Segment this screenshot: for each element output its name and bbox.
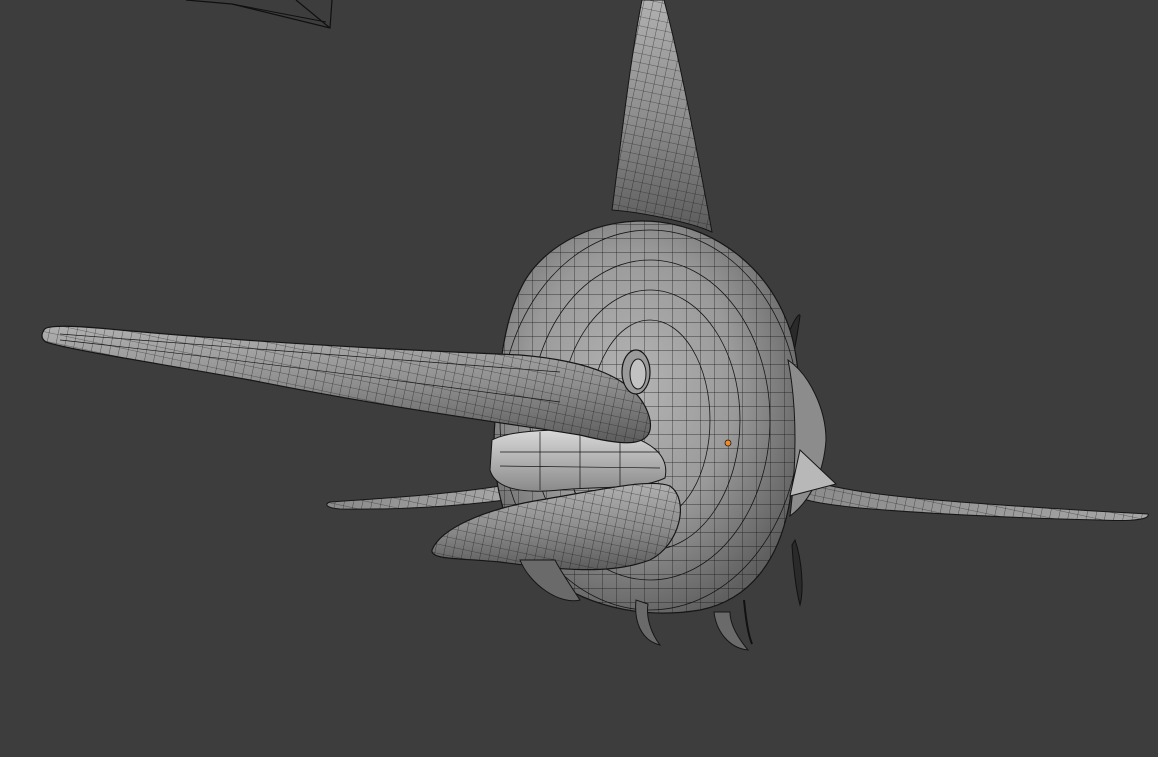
- swordfish-mesh[interactable]: [40, 0, 1149, 651]
- 3d-viewport[interactable]: [0, 0, 1158, 757]
- camera-frustum[interactable]: [185, 0, 333, 29]
- eye: [621, 349, 651, 395]
- object-origin-dot[interactable]: [724, 439, 732, 447]
- right-pectoral-fin: [779, 469, 1149, 521]
- viewport-canvas[interactable]: [0, 0, 1158, 757]
- left-pectoral-fin: [326, 485, 506, 510]
- dorsal-fin: [611, 0, 713, 233]
